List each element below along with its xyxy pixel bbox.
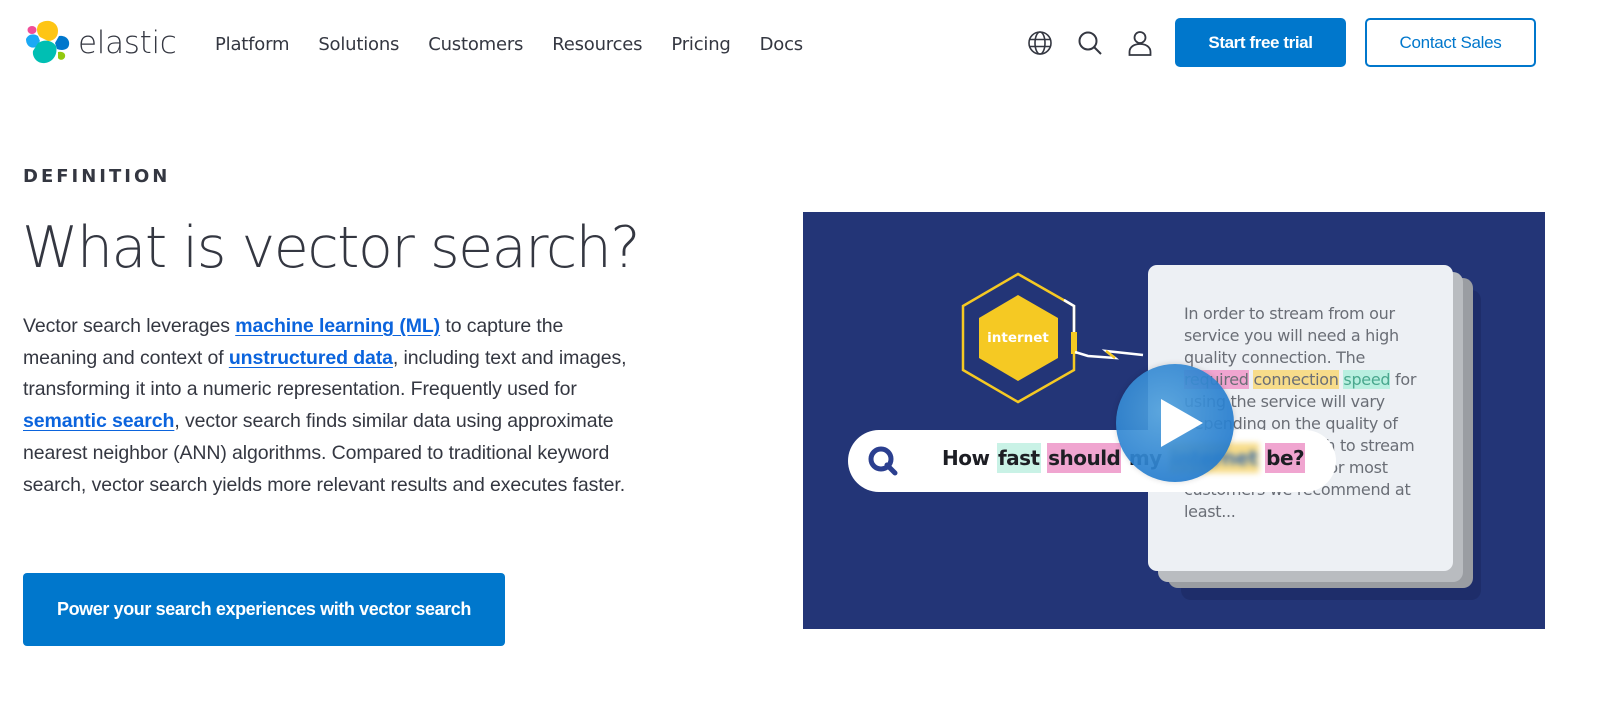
search-icon[interactable] (1077, 30, 1103, 56)
elastic-logo-icon (26, 20, 70, 64)
card-text-segment: In order to stream from our service you … (1184, 304, 1399, 367)
query-word: How (942, 446, 990, 470)
video-player[interactable]: internet In order to stream from our ser… (803, 212, 1545, 629)
highlight-speed: speed (1343, 370, 1391, 389)
nav-docs[interactable]: Docs (760, 34, 804, 55)
query-word-highlight: fast (996, 443, 1041, 473)
nav-platform[interactable]: Platform (215, 34, 290, 55)
contact-sales-button[interactable]: Contact Sales (1365, 18, 1536, 67)
semantic-search-link[interactable]: semantic search (23, 410, 174, 432)
vector-search-cta-button[interactable]: Power your search experiences with vecto… (23, 573, 505, 646)
utility-icons (1027, 30, 1153, 56)
search-icon (868, 446, 898, 476)
nav-solutions[interactable]: Solutions (318, 34, 399, 55)
start-free-trial-button[interactable]: Start free trial (1175, 18, 1346, 67)
query-word-highlight: be? (1265, 443, 1306, 473)
nav-pricing[interactable]: Pricing (671, 34, 730, 55)
page-title: What is vector search? (22, 215, 641, 281)
machine-learning-link[interactable]: machine learning (ML) (235, 315, 440, 337)
logo-text: elastic (78, 25, 177, 61)
play-button[interactable] (1116, 364, 1234, 482)
site-header: elastic Platform Solutions Customers Res… (0, 0, 1607, 90)
globe-icon[interactable] (1027, 30, 1053, 56)
nav-customers[interactable]: Customers (428, 34, 523, 55)
illustration-search-bar: How fast should my internet be? (848, 430, 1336, 492)
play-icon (1161, 399, 1203, 447)
highlight-connection: connection (1253, 370, 1339, 389)
user-icon[interactable] (1127, 30, 1153, 56)
elastic-logo[interactable]: elastic (24, 19, 177, 67)
nav-resources[interactable]: Resources (552, 34, 642, 55)
hexagon-label: internet (987, 330, 1049, 346)
unstructured-data-link[interactable]: unstructured data (229, 347, 393, 369)
definition-paragraph: Vector search leverages machine learning… (23, 311, 633, 501)
definition-eyebrow: DEFINITION (23, 166, 171, 187)
main-nav: Platform Solutions Customers Resources P… (215, 34, 832, 55)
query-word-highlight: should (1047, 443, 1122, 473)
body-text-segment: Vector search leverages (23, 315, 236, 337)
